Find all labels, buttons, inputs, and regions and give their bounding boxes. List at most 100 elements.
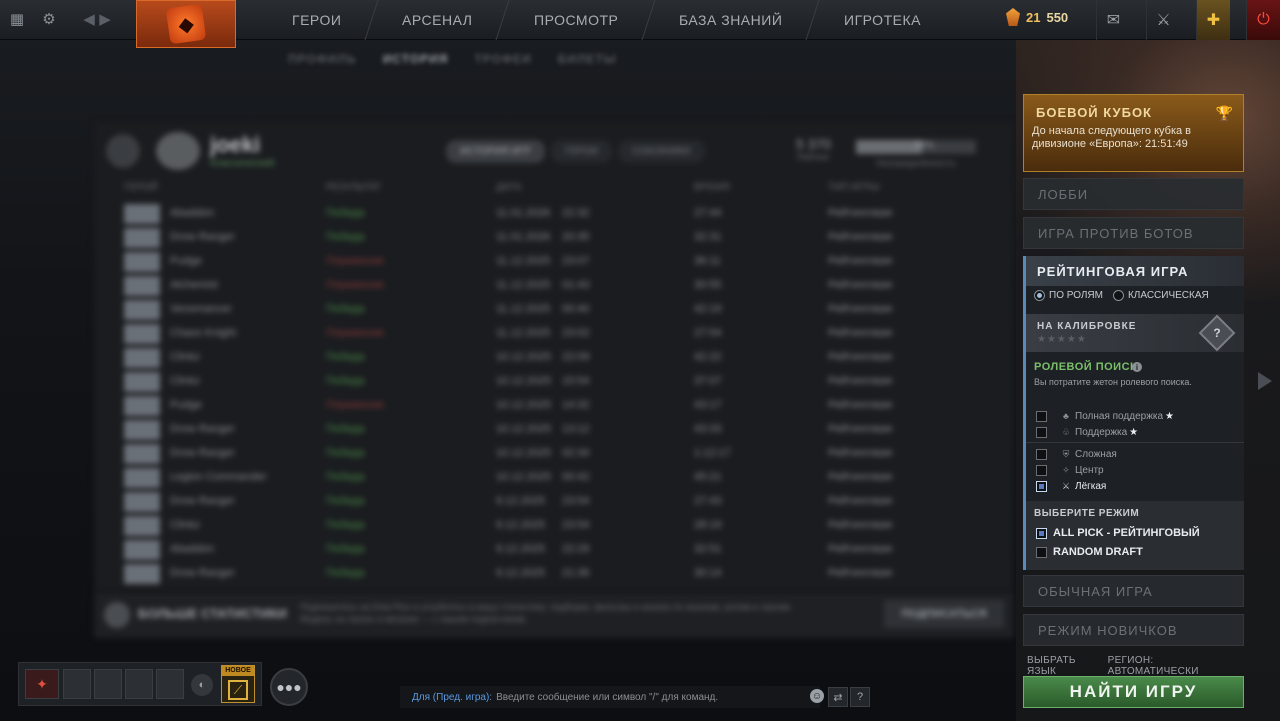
radio-classic[interactable]: КЛАССИЧЕСКАЯ: [1112, 290, 1209, 301]
star-icon: ★: [1129, 426, 1139, 438]
table-row[interactable]: Drow Ranger Победа 10.12.2025 13:12 43:33 Рей…: [124, 418, 1004, 440]
role-mid[interactable]: ✧ Центр: [1036, 463, 1104, 477]
new-feature-button[interactable]: НОВОЕ ⟋: [221, 665, 255, 703]
checkbox[interactable]: [1036, 527, 1047, 539]
dota-menu-icon[interactable]: ▦: [6, 8, 28, 30]
subnav-tickets[interactable]: БИЛЕТЫ: [558, 52, 617, 66]
ranked-button[interactable]: РЕЙТИНГОВАЯ ИГРА: [1026, 256, 1244, 286]
settings-gear-icon[interactable]: ⚙: [38, 8, 60, 30]
dota-plus-icon[interactable]: ✚: [1196, 0, 1230, 40]
nav-heroes[interactable]: ГЕРОИ: [255, 0, 379, 40]
match-time: 01:43: [562, 279, 590, 291]
checkbox[interactable]: [1036, 448, 1047, 460]
match-time: 22:09: [562, 351, 590, 363]
main-nav: ГЕРОИ АРСЕНАЛ ПРОСМОТР БАЗА ЗНАНИЙ ИГРОТ…: [255, 0, 951, 40]
player-status: Классический: [210, 158, 275, 169]
account-level: 21: [1026, 9, 1041, 25]
nav-watch[interactable]: ПРОСМОТР: [497, 0, 656, 40]
newbie-mode-button[interactable]: РЕЖИМ НОВИЧКОВ: [1023, 614, 1244, 646]
find-game-button[interactable]: НАЙТИ ИГРУ: [1023, 676, 1244, 708]
armory-icon[interactable]: ⚔: [1146, 0, 1180, 40]
friends-icon[interactable]: ●●●: [270, 668, 308, 706]
table-row[interactable]: Abaddon Победа 11.01.2026 22:32 27:44 Рейтинг…: [124, 202, 1004, 224]
stats-icon: [104, 602, 130, 628]
table-row[interactable]: Venomancer Победа 11.12.2025 00:40 42:19 Рейт…: [124, 298, 1004, 320]
table-row[interactable]: Legion Commander Победа 10.12.2025 00:42 45:…: [124, 466, 1004, 488]
table-row[interactable]: Drow Ranger Победа 10.12.2025 02:34 1:12:17 Р…: [124, 442, 1004, 464]
nav-arsenal[interactable]: АРСЕНАЛ: [365, 0, 511, 40]
lobby-button[interactable]: ЛОББИ: [1023, 178, 1244, 210]
checkbox[interactable]: [1036, 410, 1047, 422]
subnav-profile[interactable]: ПРОФИЛЬ: [288, 52, 357, 66]
role-offlane[interactable]: ⛨ Сложная: [1036, 447, 1117, 461]
table-row[interactable]: Pudge Поражение 10.12.2025 14:32 43:17 Рейтин…: [124, 394, 1004, 416]
checkbox[interactable]: [1036, 464, 1047, 476]
nav-knowledge-base[interactable]: БАЗА ЗНАНИЙ: [642, 0, 821, 40]
match-type: Рейтинговая: [828, 327, 893, 339]
subnav-history[interactable]: ИСТОРИЯ: [383, 52, 449, 66]
tab-match-history[interactable]: ИСТОРИЯ ИГР: [446, 140, 545, 163]
table-row[interactable]: Alchemist Поражение 11.12.2025 01:43 30:55 Ре…: [124, 274, 1004, 296]
checkbox[interactable]: [1036, 546, 1047, 558]
table-row[interactable]: Clinkz Победа 9.12.2025 23:54 28:19 Рейтингов…: [124, 514, 1004, 536]
role-safelane[interactable]: ⚔ Лёгкая: [1036, 479, 1106, 493]
role-hard-support[interactable]: ♣ Полная поддержка ★: [1036, 409, 1174, 423]
party-slot-empty[interactable]: [63, 669, 91, 699]
normal-game-button[interactable]: ОБЫЧНАЯ ИГРА: [1023, 575, 1244, 607]
currency-display[interactable]: 21 550: [1006, 8, 1068, 26]
mode-all-pick-ranked[interactable]: ALL PICK - РЕЙТИНГОВЫЙ: [1036, 527, 1200, 539]
nav-arcade[interactable]: ИГРОТЕКА: [807, 0, 957, 40]
table-row[interactable]: Drow Ranger Победа 9.12.2025 23:54 27:43 Рейт…: [124, 490, 1004, 512]
hero-portrait-icon: [124, 228, 160, 248]
table-row[interactable]: Drow Ranger Победа 9.12.2025 21:36 30:14 Рейт…: [124, 562, 1004, 584]
match-result: Поражение: [326, 279, 385, 291]
emoji-icon[interactable]: ☺: [810, 689, 824, 703]
tab-allies[interactable]: СОЮЗНИКИ: [618, 140, 705, 163]
hero-name: Drow Ranger: [170, 567, 235, 579]
party-slot-empty[interactable]: [125, 669, 153, 699]
player-avatar-slot[interactable]: ✦: [25, 669, 59, 699]
voice-chat-icon[interactable]: ◐: [191, 674, 213, 696]
battle-cup-card[interactable]: БОЕВОЙ КУБОК 🏆 До начала следующего кубк…: [1023, 94, 1244, 172]
match-time: 20:35: [562, 231, 590, 243]
table-row[interactable]: Abaddon Победа 9.12.2025 22:29 32:51 Рейтинго…: [124, 538, 1004, 560]
select-language-link[interactable]: ВЫБРАТЬ ЯЗЫК: [1027, 655, 1108, 677]
chat-channel[interactable]: Для (Пред. игра):: [412, 692, 492, 703]
radio-by-roles[interactable]: ПО РОЛЯМ: [1034, 290, 1103, 301]
game-mode-select: ВЫБЕРИТЕ РЕЖИМ ALL PICK - РЕЙТИНГОВЫЙ RA…: [1026, 501, 1244, 570]
table-row[interactable]: Clinkz Победа 10.12.2025 15:54 37:07 Рейтинго…: [124, 370, 1004, 392]
match-duration: 37:07: [694, 375, 722, 387]
match-duration: 27:43: [694, 495, 722, 507]
info-icon[interactable]: i: [1132, 362, 1142, 372]
region-select-link[interactable]: РЕГИОН: АВТОМАТИЧЕСКИ: [1108, 655, 1247, 677]
calibration-card: НА КАЛИБРОВКЕ ★★★★★ ?: [1026, 314, 1244, 352]
bots-button[interactable]: ИГРА ПРОТИВ БОТОВ: [1023, 217, 1244, 249]
checkbox[interactable]: [1036, 480, 1047, 492]
match-time: 23:07: [562, 255, 590, 267]
top-bar: ▦ ⚙ ◀ ▶ ◆ ГЕРОИ АРСЕНАЛ ПРОСМОТР БАЗА ЗН…: [0, 0, 1280, 48]
chevron-right-icon[interactable]: [1258, 372, 1272, 390]
chat-wheel-icon[interactable]: ⇄: [828, 687, 848, 707]
table-row[interactable]: Pudge Поражение 11.12.2025 23:07 36:11 Рейтин…: [124, 250, 1004, 272]
table-row[interactable]: Drow Ranger Победа 11.01.2026 20:35 32:31 Рей…: [124, 226, 1004, 248]
mail-icon[interactable]: ✉: [1096, 0, 1130, 40]
party-slot-empty[interactable]: [94, 669, 122, 699]
table-row[interactable]: Chaos Knight Поражение 11.12.2025 23:02 27:5…: [124, 322, 1004, 344]
chat-input[interactable]: [496, 691, 807, 703]
match-time: 15:54: [562, 375, 590, 387]
subnav-trophies[interactable]: ТРОФЕИ: [474, 52, 531, 66]
forward-arrow-icon[interactable]: ▶: [94, 8, 116, 30]
match-duration: 32:51: [694, 543, 722, 555]
checkbox[interactable]: [1036, 426, 1047, 438]
party-slot-empty[interactable]: [156, 669, 184, 699]
tab-heroes[interactable]: ГЕРОИ: [550, 140, 613, 163]
table-row[interactable]: Clinkz Победа 10.12.2025 22:09 42:22 Рейтинго…: [124, 346, 1004, 368]
role-soft-support[interactable]: ♧ Поддержка ★: [1036, 425, 1138, 439]
subscribe-button[interactable]: ПОДПИСАТЬСЯ: [884, 600, 1004, 628]
help-icon[interactable]: ?: [850, 687, 870, 707]
hero-portrait-icon: [124, 564, 160, 584]
profile-header: joeki Классический ИСТОРИЯ ИГР ГЕРОИ СОЮ…: [106, 130, 1006, 170]
power-icon[interactable]: ⏻: [1246, 0, 1280, 40]
mode-random-draft[interactable]: RANDOM DRAFT: [1036, 546, 1143, 558]
dota-logo-button[interactable]: ◆: [136, 0, 236, 48]
